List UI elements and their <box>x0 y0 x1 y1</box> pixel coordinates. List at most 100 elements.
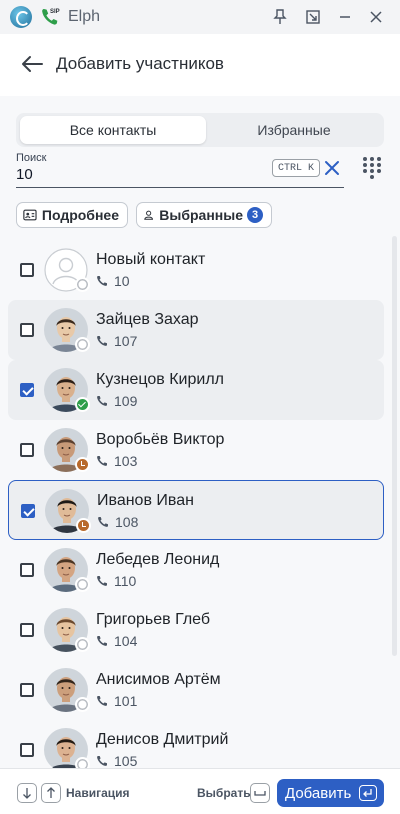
phone-icon <box>97 696 107 706</box>
contact-name: Григорьев Глеб <box>96 611 211 628</box>
contact-extension: 104 <box>96 633 137 649</box>
status-online-icon <box>75 397 90 412</box>
pin-icon[interactable] <box>270 7 290 27</box>
contact-checkbox[interactable] <box>20 623 34 637</box>
contact-name: Воробьёв Виктор <box>96 431 225 448</box>
arrow-left-icon <box>22 56 43 72</box>
contact-extension-number: 107 <box>114 333 138 349</box>
enter-key-icon <box>359 785 377 801</box>
space-key-icon <box>250 783 270 803</box>
contact-name: Денисов Дмитрий <box>96 731 229 748</box>
svg-text:SIP: SIP <box>50 9 60 15</box>
selected-filter-button[interactable]: Выбранные 3 <box>136 202 272 228</box>
page-title: Добавить участников <box>56 54 224 73</box>
sip-phone-icon: SIP <box>42 9 60 25</box>
contact-checkbox[interactable] <box>21 504 35 518</box>
back-button[interactable] <box>20 54 44 74</box>
status-offline-icon <box>75 637 90 652</box>
contact-extension: 107 <box>96 333 137 349</box>
status-offline-icon <box>75 757 90 768</box>
phone-icon <box>97 276 107 286</box>
selected-count-badge: 3 <box>247 207 263 223</box>
contact-row[interactable]: Лебедев Леонид 110 <box>8 540 384 600</box>
arrow-down-key-icon <box>17 783 37 803</box>
contact-checkbox[interactable] <box>20 263 34 277</box>
search-underline <box>16 187 344 188</box>
contact-extension-number: 105 <box>114 753 138 768</box>
search-input[interactable] <box>16 164 266 184</box>
contact-extension-number: 104 <box>114 633 138 649</box>
phone-icon <box>97 456 107 466</box>
selected-filter-label: Выбранные <box>159 207 243 223</box>
contact-extension-number: 101 <box>114 693 138 709</box>
contact-checkbox[interactable] <box>20 563 34 577</box>
contact-row[interactable]: Зайцев Захар 107 <box>8 300 384 360</box>
status-offline-icon <box>75 277 90 292</box>
contact-extension: 105 <box>96 753 137 768</box>
phone-icon <box>97 636 107 646</box>
select-hint: Выбрать <box>197 786 251 800</box>
phone-icon <box>98 517 108 527</box>
add-button-label: Добавить <box>285 784 352 802</box>
phone-icon <box>97 396 107 406</box>
contact-extension: 101 <box>96 693 137 709</box>
user-icon <box>144 210 154 220</box>
close-icon[interactable] <box>366 7 386 27</box>
details-button-label: Подробнее <box>41 207 119 223</box>
contact-name: Зайцев Захар <box>96 311 199 328</box>
minimize-icon[interactable] <box>335 7 355 27</box>
clear-search-button[interactable] <box>322 158 342 178</box>
dialpad-button[interactable] <box>361 156 383 180</box>
contact-row[interactable]: Иванов Иван 108 <box>8 480 384 540</box>
elph-logo-icon <box>10 6 32 28</box>
contacts-tabs: Все контакты Избранные <box>16 113 384 147</box>
status-offline-icon <box>75 577 90 592</box>
contact-extension: 10 <box>96 273 130 289</box>
search-label: Поиск <box>16 152 47 164</box>
contact-checkbox[interactable] <box>20 443 34 457</box>
status-offline-icon <box>75 337 90 352</box>
contact-card-icon <box>23 209 37 221</box>
contact-extension: 109 <box>96 393 137 409</box>
contact-row[interactable]: Кузнецов Кирилл 109 <box>8 360 384 420</box>
close-icon <box>325 161 339 175</box>
contact-row[interactable]: Воробьёв Виктор 103 <box>8 420 384 480</box>
contact-checkbox[interactable] <box>20 743 34 757</box>
tab-favorites[interactable]: Избранные <box>206 116 382 144</box>
contact-row[interactable]: Новый контакт 10 <box>8 240 384 300</box>
dialpad-icon <box>363 157 381 179</box>
navigation-hint: Навигация <box>66 786 130 800</box>
restore-icon[interactable] <box>303 7 323 27</box>
details-button[interactable]: Подробнее <box>16 202 128 228</box>
contact-extension-number: 10 <box>114 273 130 289</box>
phone-icon <box>97 576 107 586</box>
search-shortcut-hint: CTRL K <box>272 159 321 177</box>
app-title: Elph <box>68 8 101 25</box>
content-area: Все контакты Избранные Поиск CTRL K Подр… <box>0 96 400 768</box>
contact-row[interactable]: Анисимов Артём 101 <box>8 660 384 720</box>
contact-extension: 110 <box>96 573 136 589</box>
contact-row[interactable]: Денисов Дмитрий 105 <box>8 720 384 768</box>
contact-name: Анисимов Артём <box>96 671 221 688</box>
phone-icon <box>97 336 107 346</box>
contact-name: Новый контакт <box>96 251 206 268</box>
add-button[interactable]: Добавить <box>277 779 384 807</box>
contact-extension-number: 110 <box>114 573 137 589</box>
contact-extension: 108 <box>97 514 138 530</box>
contact-extension-number: 103 <box>114 453 138 469</box>
status-away-icon <box>75 457 90 472</box>
contact-checkbox[interactable] <box>20 683 34 697</box>
contact-row[interactable]: Григорьев Глеб 104 <box>8 600 384 660</box>
status-offline-icon <box>75 697 90 712</box>
footer-bar: Навигация Выбрать Добавить <box>0 768 400 814</box>
tab-all-contacts[interactable]: Все контакты <box>20 116 206 144</box>
status-away-icon <box>76 518 91 533</box>
title-bar: SIP Elph <box>0 0 400 34</box>
phone-icon <box>97 756 107 766</box>
contact-extension: 103 <box>96 453 137 469</box>
arrow-up-key-icon <box>41 783 61 803</box>
contact-checkbox[interactable] <box>20 383 34 397</box>
contact-name: Кузнецов Кирилл <box>96 371 224 388</box>
contact-name: Иванов Иван <box>97 492 194 509</box>
contact-checkbox[interactable] <box>20 323 34 337</box>
